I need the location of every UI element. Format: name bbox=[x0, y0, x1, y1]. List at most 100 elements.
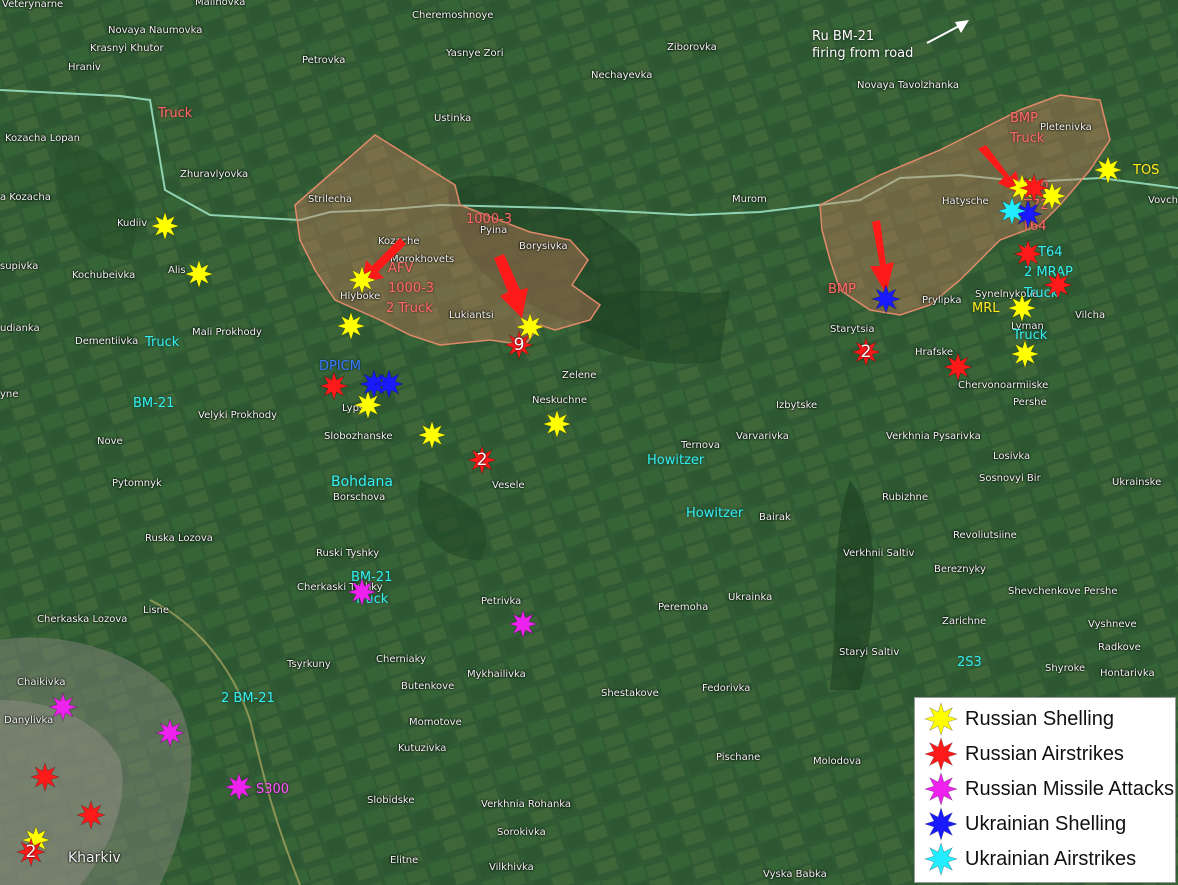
place-losivka: Losivka bbox=[993, 451, 1031, 462]
place-kutuzivka: Kutuzivka bbox=[398, 743, 447, 754]
place-nechayevka: Nechayevka bbox=[591, 70, 653, 81]
marker-russian-shelling[interactable] bbox=[1006, 292, 1038, 324]
annotation-truck-nw: Truck bbox=[158, 106, 193, 121]
marker-russian-missile-attacks[interactable] bbox=[346, 576, 378, 608]
annotation-firing-from-road: firing from road bbox=[812, 46, 914, 61]
place-dementiivka: Dementiivka bbox=[75, 336, 139, 347]
place-prylipka: Prylipka bbox=[922, 295, 962, 306]
place-novaya-tavolzhanka: Novaya Tavolzhanka bbox=[857, 80, 960, 91]
place-radkove: Radkove bbox=[1098, 642, 1141, 653]
place-sosnovyi-bir: Sosnovyi Bir bbox=[979, 473, 1041, 484]
place-shyroke: Shyroke bbox=[1045, 663, 1086, 674]
legend-item-russian-airstrikes: Russian Airstrikes bbox=[923, 737, 1124, 771]
place-petrovka: Petrovka bbox=[302, 55, 346, 66]
marker-russian-airstrikes[interactable]: 2 bbox=[466, 444, 498, 476]
place-ukrainka: Ukrainka bbox=[728, 592, 773, 603]
place-fedorivka: Fedorivka bbox=[702, 683, 751, 694]
annotation-truck-dementiivka: Truck bbox=[145, 335, 180, 350]
place-ruska-lozova: Ruska Lozova bbox=[145, 533, 213, 544]
place-strilecha: Strilecha bbox=[308, 194, 353, 205]
place-pletenivka: Pletenivka bbox=[1040, 122, 1092, 133]
place-udianka: udianka bbox=[0, 323, 40, 334]
place-molodova: Molodova bbox=[813, 756, 862, 767]
place-vovch: Vovch bbox=[1148, 195, 1178, 206]
place-vilcha: Vilcha bbox=[1075, 310, 1106, 321]
place-yne: yne bbox=[0, 389, 19, 400]
marker-russian-shelling[interactable] bbox=[541, 408, 573, 440]
annotation-s300: S300 bbox=[256, 782, 290, 797]
legend-item-ukrainian-shelling: Ukrainian Shelling bbox=[923, 807, 1126, 841]
place-supivka: supivka bbox=[0, 261, 39, 272]
place-ustinka: Ustinka bbox=[434, 113, 472, 124]
place-alisivka: Alis bbox=[168, 265, 186, 276]
place-slobozhanske: Slobozhanske bbox=[324, 431, 393, 442]
marker-count: 9 bbox=[513, 335, 525, 355]
marker-russian-shelling[interactable] bbox=[149, 210, 181, 242]
annotation-2-truck: 2 Truck bbox=[386, 301, 433, 316]
marker-russian-shelling[interactable] bbox=[335, 310, 367, 342]
place-yasnye-zori: Yasnye Zori bbox=[446, 48, 504, 59]
marker-russian-missile-attacks[interactable] bbox=[223, 771, 255, 803]
place-verkhnia-pysarivka: Verkhnia Pysarivka bbox=[886, 431, 981, 442]
annotation-bm21-west: BM-21 bbox=[133, 396, 175, 411]
place-cherniaky: Cherniaky bbox=[376, 654, 427, 665]
marker-russian-airstrikes[interactable]: 2 bbox=[850, 336, 882, 368]
marker-russian-airstrikes[interactable] bbox=[75, 799, 107, 831]
place-revoliutsiine: Revoliutsiine bbox=[953, 530, 1017, 541]
legend-label: Russian Airstrikes bbox=[965, 742, 1124, 765]
star-icon bbox=[924, 737, 958, 771]
place-starytsia: Starytsia bbox=[830, 324, 875, 335]
marker-russian-airstrikes[interactable] bbox=[1042, 269, 1074, 301]
place-vilkhivka: Vilkhivka bbox=[489, 862, 534, 873]
marker-russian-airstrikes[interactable] bbox=[1012, 238, 1044, 270]
marker-russian-shelling[interactable] bbox=[1092, 154, 1124, 186]
marker-russian-shelling[interactable] bbox=[416, 419, 448, 451]
marker-russian-missile-attacks[interactable] bbox=[154, 717, 186, 749]
marker-russian-airstrikes[interactable] bbox=[942, 351, 974, 383]
place-novaya-naumovka: Novaya Naumovka bbox=[108, 25, 203, 36]
annotation-howitzer-1: Howitzer bbox=[647, 453, 705, 468]
marker-russian-airstrikes[interactable] bbox=[29, 761, 61, 793]
place-murom: Murom bbox=[732, 194, 767, 205]
place-mykhailivka: Mykhailivka bbox=[467, 669, 526, 680]
legend-label: Ukrainian Airstrikes bbox=[965, 847, 1137, 870]
marker-ukrainian-airstrikes[interactable] bbox=[996, 195, 1028, 227]
place-verkhnia-rohanka: Verkhnia Rohanka bbox=[481, 799, 572, 810]
place-cherkaska-lozova: Cherkaska Lozova bbox=[37, 614, 128, 625]
place-rubizhne: Rubizhne bbox=[882, 492, 929, 503]
place-kudiivka: Kudiiv bbox=[117, 218, 148, 229]
star-icon bbox=[924, 702, 958, 736]
marker-russian-shelling[interactable] bbox=[1009, 338, 1041, 370]
place-chervonoarmiiske: Chervonoarmiiske bbox=[958, 380, 1049, 391]
marker-russian-missile-attacks[interactable] bbox=[507, 608, 539, 640]
place-peremoha: Peremoha bbox=[658, 602, 709, 613]
annotation-mrl: MRL bbox=[972, 301, 1000, 316]
map-canvas[interactable]: Veterynarne Malinovka Novaya Naumovka Kr… bbox=[0, 0, 1178, 885]
place-bairak: Bairak bbox=[759, 512, 791, 523]
legend-item-russian-shelling: Russian Shelling bbox=[923, 702, 1114, 736]
place-hontarivka: Hontarivka bbox=[1100, 668, 1155, 679]
marker-russian-shelling[interactable] bbox=[183, 258, 215, 290]
marker-count: 2 bbox=[860, 342, 872, 362]
place-varvarivka: Varvarivka bbox=[736, 431, 789, 442]
marker-ukrainian-shelling[interactable] bbox=[870, 283, 902, 315]
marker-russian-airstrikes[interactable] bbox=[318, 370, 350, 402]
legend-label: Russian Shelling bbox=[965, 707, 1114, 730]
marker-russian-airstrikes[interactable]: 9 bbox=[503, 329, 535, 361]
place-danylivka: Danylivka bbox=[4, 715, 54, 726]
place-chaikivka: Chaikivka bbox=[17, 677, 66, 688]
place-kharkiv: Kharkiv bbox=[68, 850, 121, 866]
place-vyshneve: Vyshneve bbox=[1088, 619, 1137, 630]
place-slobidske: Slobidske bbox=[367, 795, 415, 806]
place-pytomnyk: Pytomnyk bbox=[112, 478, 162, 489]
place-momotove: Momotove bbox=[409, 717, 462, 728]
place-pischane: Pischane bbox=[716, 752, 761, 763]
marker-russian-airstrikes[interactable]: 2 bbox=[15, 836, 47, 868]
place-vesele: Vesele bbox=[492, 480, 525, 491]
marker-ukrainian-shelling[interactable] bbox=[373, 368, 405, 400]
marker-russian-missile-attacks[interactable] bbox=[47, 691, 79, 723]
marker-russian-shelling[interactable] bbox=[346, 264, 378, 296]
place-neskuchne: Neskuchne bbox=[532, 395, 587, 406]
annotation-howitzer-2: Howitzer bbox=[686, 506, 744, 521]
annotation-1000-3-top: 1000-3 bbox=[466, 212, 513, 227]
